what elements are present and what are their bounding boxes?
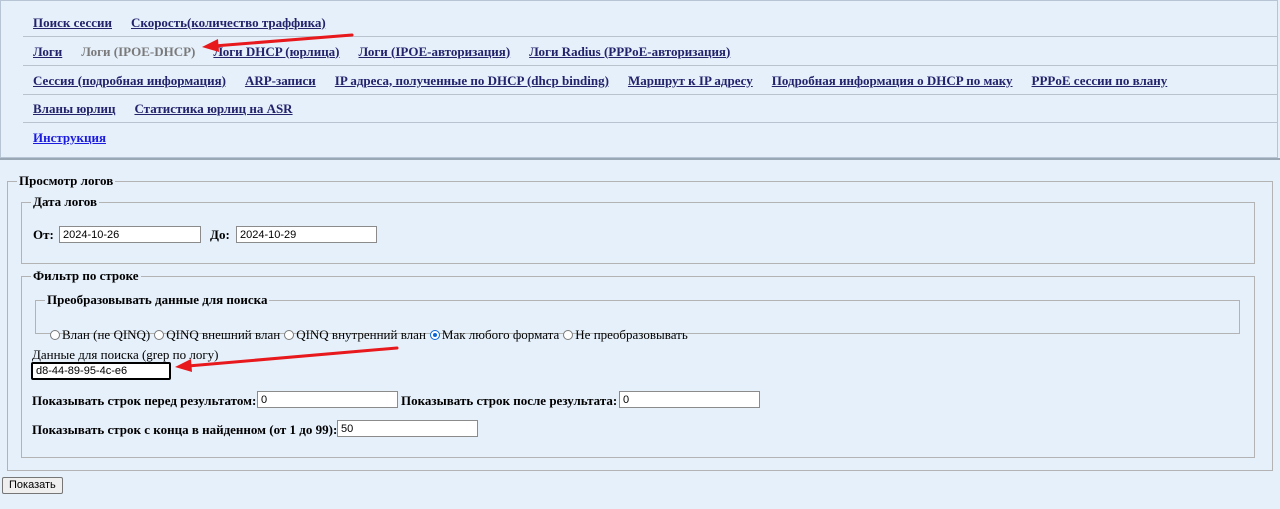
date-to-input[interactable] [236, 226, 377, 243]
nav-link-logs-ipoe-dhcp[interactable]: Логи (IPOE-DHCP) [81, 44, 195, 60]
nav-link-instructions[interactable]: Инструкция [33, 130, 106, 146]
nav-link-ip-route[interactable]: Маршрут к IP адресу [628, 73, 753, 89]
lines-after-label: Показывать строк после результата: [401, 393, 618, 408]
nav-link-dhcp-by-mac[interactable]: Подробная информация о DHCP по маку [772, 73, 1013, 89]
header-divider [0, 158, 1280, 160]
nav-row-4: Вланы юрлиц Статистика юрлиц на ASR [23, 95, 1277, 123]
radio-label: QINQ внутренний влан [296, 327, 426, 342]
log-view-legend: Просмотр логов [19, 173, 114, 188]
nav-link-dhcp-binding[interactable]: IP адреса, полученные по DHCP (dhcp bind… [335, 73, 609, 89]
radio-button[interactable] [284, 330, 295, 340]
nav-link-logs[interactable]: Логи [33, 44, 62, 60]
nav-link-logs-dhcp-legal[interactable]: Логи DHCP (юрлица) [213, 44, 339, 60]
radio-button-selected[interactable] [429, 330, 440, 340]
nav-link-legal-vlans[interactable]: Вланы юрлиц [33, 101, 115, 117]
date-to-label: До: [210, 227, 230, 242]
nav-row-5: Инструкция [23, 124, 1277, 152]
string-filter-legend: Фильтр по строке [33, 268, 139, 283]
convert-radio-group: Влан (не QINQ) QINQ внешний влан QINQ вн… [50, 327, 692, 343]
lines-after-input[interactable] [619, 391, 760, 408]
radio-label: Не преобразовывать [575, 327, 688, 342]
radio-option-qinq-outer[interactable]: QINQ внешний влан [154, 327, 280, 343]
log-date-fieldset: Дата логов [21, 194, 1255, 264]
nav-link-logs-ipoe-auth[interactable]: Логи (IPOE-авторизация) [359, 44, 511, 60]
nav-link-session-search[interactable]: Поиск сессии [33, 15, 112, 31]
radio-option-vlan[interactable]: Влан (не QINQ) [50, 327, 150, 343]
date-from-input[interactable] [59, 226, 201, 243]
radio-button[interactable] [50, 330, 60, 340]
nav-row-1: Поиск сессии Скорость(количество траффик… [23, 9, 1277, 37]
nav-link-logs-radius[interactable]: Логи Radius (PPPoE-авторизация) [529, 44, 730, 60]
nav-link-session-details[interactable]: Сессия (подробная информация) [33, 73, 226, 89]
lines-before-input[interactable] [257, 391, 398, 408]
search-data-label: Данные для поиска (grep по логу) [32, 347, 219, 362]
radio-button[interactable] [563, 330, 574, 340]
radio-label: QINQ внешний влан [166, 327, 281, 342]
convert-fieldset: Преобразовывать данные для поиска Влан (… [35, 292, 1240, 342]
date-from-label: От: [33, 227, 54, 242]
top-navigation: Поиск сессии Скорость(количество траффик… [0, 0, 1278, 158]
tail-lines-input[interactable] [337, 420, 478, 437]
nav-link-pppoe-by-vlan[interactable]: PPPoE сессии по влану [1032, 73, 1168, 89]
lines-before-label: Показывать строк перед результатом: [32, 393, 257, 408]
radio-option-no-convert[interactable]: Не преобразовывать [563, 327, 688, 343]
nav-row-3: Сессия (подробная информация) ARP-записи… [23, 67, 1277, 95]
tail-lines-label: Показывать строк с конца в найденном (от… [32, 422, 338, 437]
nav-link-traffic-speed[interactable]: Скорость(количество траффика) [131, 15, 326, 31]
nav-row-2: Логи Логи (IPOE-DHCP) Логи DHCP (юрлица)… [23, 38, 1277, 66]
show-button[interactable]: Показать [2, 477, 63, 494]
nav-link-arp[interactable]: ARP-записи [245, 73, 316, 89]
search-data-input[interactable] [31, 362, 171, 380]
radio-label: Мак любого формата [441, 327, 560, 342]
radio-label: Влан (не QINQ) [62, 327, 151, 342]
nav-link-legal-stats-asr[interactable]: Статистика юрлиц на ASR [134, 101, 292, 117]
radio-option-mac[interactable]: Мак любого формата [429, 327, 560, 343]
radio-button[interactable] [154, 330, 165, 340]
radio-option-qinq-inner[interactable]: QINQ внутренний влан [284, 327, 426, 343]
log-date-legend: Дата логов [33, 194, 97, 209]
convert-legend: Преобразовывать данные для поиска [47, 292, 268, 307]
